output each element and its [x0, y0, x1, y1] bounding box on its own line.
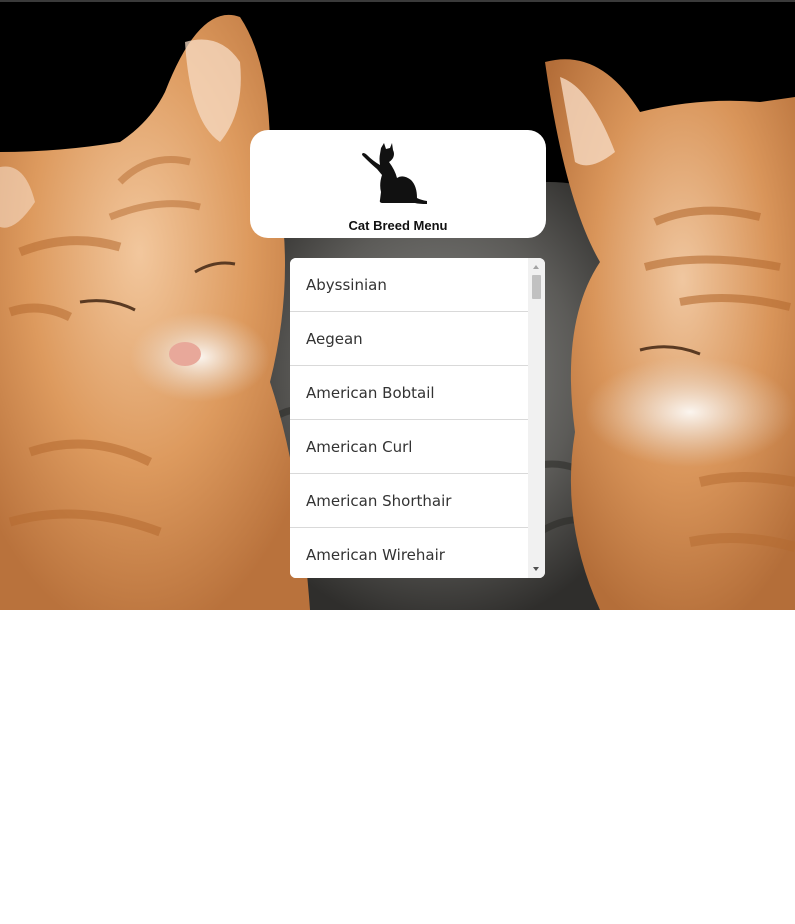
page-title: Cat Breed Menu	[348, 218, 448, 233]
scroll-down-arrow-icon[interactable]	[528, 562, 545, 576]
scrollbar-thumb[interactable]	[532, 275, 541, 299]
list-item[interactable]: Aegean	[290, 312, 528, 366]
list-scrollbar[interactable]	[528, 258, 545, 578]
breed-list[interactable]: Abyssinian Aegean American Bobtail Ameri…	[290, 258, 545, 578]
list-item[interactable]: American Shorthair	[290, 474, 528, 528]
list-item[interactable]: Abyssinian	[290, 258, 528, 312]
list-item[interactable]: American Curl	[290, 420, 528, 474]
scroll-up-arrow-icon[interactable]	[528, 260, 545, 274]
list-item[interactable]: American Bobtail	[290, 366, 528, 420]
logo-card: Cat Breed Menu	[250, 130, 546, 238]
list-item[interactable]: American Wirehair	[290, 528, 528, 578]
breed-items: Abyssinian Aegean American Bobtail Ameri…	[290, 258, 528, 578]
cat-silhouette-icon	[362, 143, 427, 204]
